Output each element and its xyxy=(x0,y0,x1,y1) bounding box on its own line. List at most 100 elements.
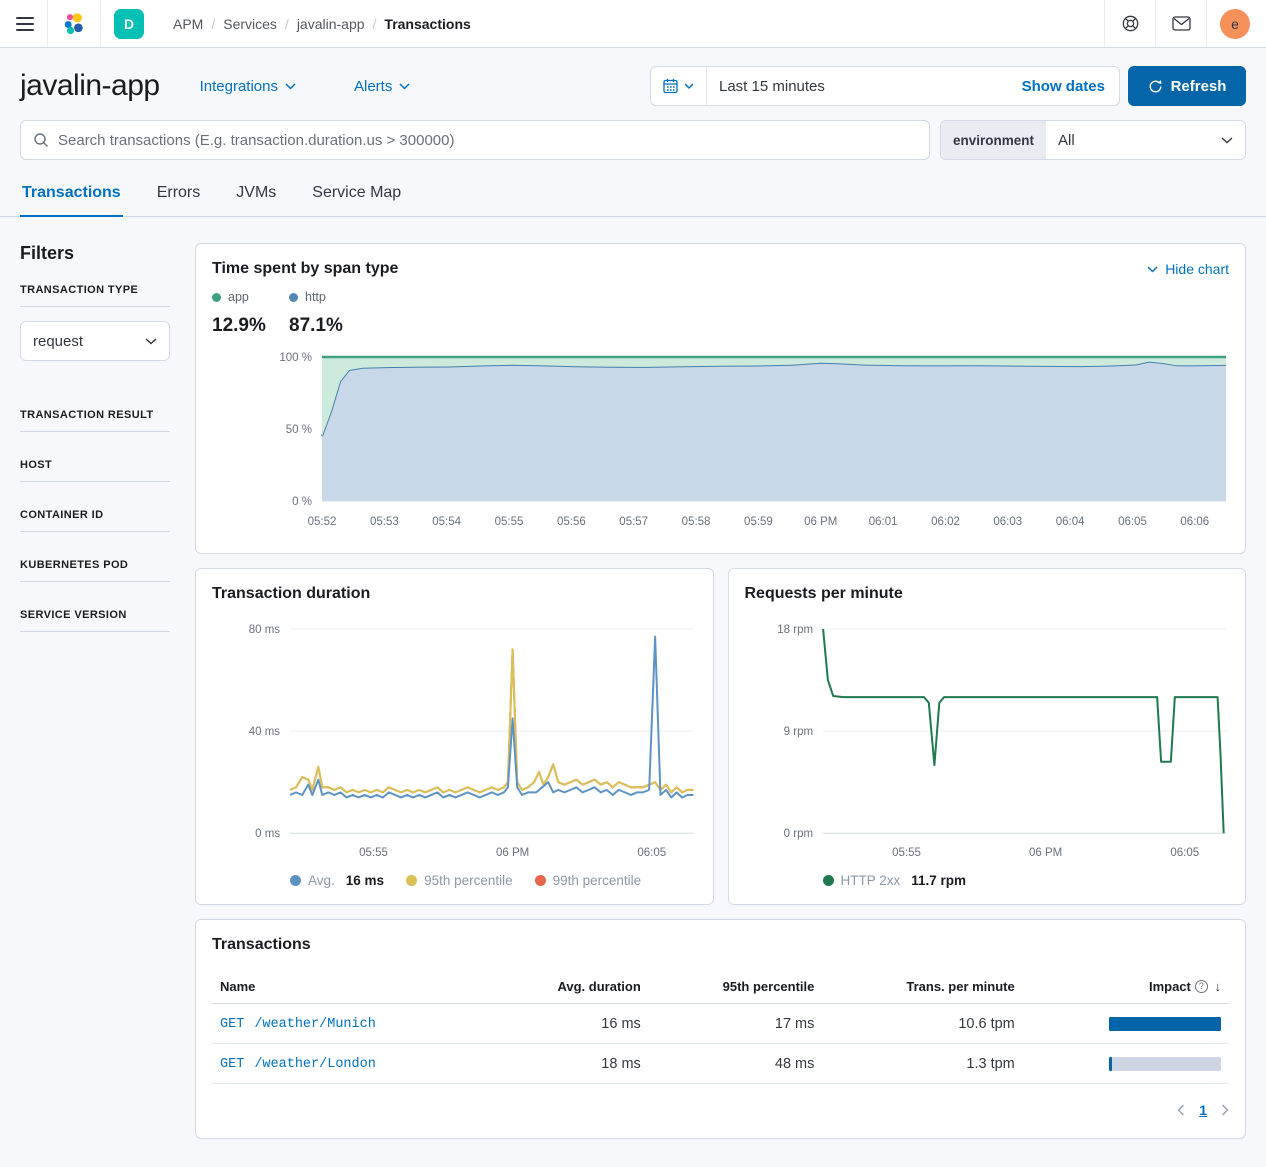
column-header-name[interactable]: Name xyxy=(212,970,489,1004)
hide-chart-link[interactable]: Hide chart xyxy=(1147,261,1229,277)
impact-bar-fill xyxy=(1109,1057,1112,1071)
refresh-button[interactable]: Refresh xyxy=(1128,66,1246,106)
requests-per-minute-chart[interactable]: 18 rpm9 rpm0 rpm05:5506 PM06:05 xyxy=(745,613,1230,865)
impact-bar-track xyxy=(1109,1017,1221,1031)
filter-section-transaction-type: TRANSACTION TYPE request xyxy=(20,284,170,361)
legend-label: app xyxy=(228,290,249,304)
svg-text:05:57: 05:57 xyxy=(619,516,648,528)
show-dates-link[interactable]: Show dates xyxy=(1022,78,1119,95)
svg-text:06:03: 06:03 xyxy=(993,516,1022,528)
help-icon[interactable] xyxy=(1118,12,1142,36)
legend-dot xyxy=(406,875,417,886)
svg-text:100 %: 100 % xyxy=(279,352,312,364)
legend-label: HTTP 2xx xyxy=(841,873,901,888)
search-input[interactable] xyxy=(58,132,917,149)
breadcrumb-separator: / xyxy=(285,16,289,32)
integrations-menu[interactable]: Integrations xyxy=(200,78,296,95)
tab-jvms[interactable]: JVMs xyxy=(234,174,278,216)
transaction-link[interactable]: GET/weather/Munich xyxy=(220,1017,376,1032)
svg-text:05:55: 05:55 xyxy=(495,516,524,528)
svg-text:06:04: 06:04 xyxy=(1056,516,1085,528)
impact-help-icon[interactable]: ? xyxy=(1195,980,1208,993)
svg-text:06:05: 06:05 xyxy=(1118,516,1147,528)
legend-label: 99th percentile xyxy=(553,873,642,888)
impact-bar-track xyxy=(1109,1057,1221,1071)
space-badge[interactable]: D xyxy=(114,9,144,39)
breadcrumb-item[interactable]: javalin-app xyxy=(297,16,365,32)
filters-heading: Filters xyxy=(20,243,170,264)
legend-item-avg-[interactable]: Avg.16 ms xyxy=(290,873,384,888)
chevron-down-icon xyxy=(684,83,694,89)
filter-section-service-version: SERVICE VERSION xyxy=(20,609,170,632)
transaction-type-select[interactable]: request xyxy=(20,321,170,361)
svg-text:0 rpm: 0 rpm xyxy=(783,828,812,840)
legend-item-http[interactable]: http xyxy=(289,290,366,304)
svg-text:06:05: 06:05 xyxy=(1170,847,1199,859)
filter-section-label[interactable]: TRANSACTION TYPE xyxy=(20,284,170,296)
span-type-chart[interactable]: 100 %50 %0 %05:5205:5305:5405:5505:5605:… xyxy=(212,345,1229,537)
elastic-logo[interactable] xyxy=(61,11,87,37)
svg-text:05:52: 05:52 xyxy=(308,516,337,528)
tab-service-map[interactable]: Service Map xyxy=(310,174,403,216)
calendar-dropdown-button[interactable] xyxy=(651,67,707,105)
tab-transactions[interactable]: Transactions xyxy=(20,174,123,216)
chevron-down-icon xyxy=(1147,266,1158,273)
span-summary-app: app12.9% xyxy=(212,290,289,337)
filter-section-label[interactable]: KUBERNETES POD xyxy=(20,559,170,571)
refresh-label: Refresh xyxy=(1171,78,1227,95)
menu-icon[interactable] xyxy=(16,17,34,31)
divider xyxy=(20,531,170,532)
transaction-link[interactable]: GET/weather/London xyxy=(220,1057,376,1072)
page-header: javalin-app Integrations Alerts Last 15 … xyxy=(0,48,1266,120)
transaction-duration-chart[interactable]: 80 ms40 ms0 ms05:5506 PM06:05 xyxy=(212,613,697,865)
environment-select[interactable]: environment All xyxy=(940,120,1246,160)
column-header-95th-percentile[interactable]: 95th percentile xyxy=(649,970,823,1004)
time-range-value[interactable]: Last 15 minutes xyxy=(707,78,1022,95)
svg-text:05:56: 05:56 xyxy=(557,516,586,528)
breadcrumb-separator: / xyxy=(373,16,377,32)
legend-dot xyxy=(290,875,301,886)
http-method: GET xyxy=(220,1017,244,1032)
column-header-trans-per-minute[interactable]: Trans. per minute xyxy=(822,970,1022,1004)
breadcrumb-item[interactable]: Services xyxy=(223,16,277,32)
chevron-down-icon xyxy=(1221,137,1233,144)
search-row: environment All xyxy=(0,120,1266,160)
svg-text:06 PM: 06 PM xyxy=(804,516,837,528)
svg-text:06:01: 06:01 xyxy=(869,516,898,528)
breadcrumb-item[interactable]: APM xyxy=(173,16,203,32)
cell-avg-duration: 18 ms xyxy=(489,1044,649,1084)
cell-name: GET/weather/London xyxy=(212,1044,489,1084)
legend-item-99th-percentile[interactable]: 99th percentile xyxy=(535,873,642,888)
filter-section-host: HOST xyxy=(20,459,170,482)
environment-label: environment xyxy=(941,121,1046,159)
filters-sidebar: Filters TRANSACTION TYPErequestTRANSACTI… xyxy=(20,243,170,659)
tab-errors[interactable]: Errors xyxy=(155,174,203,216)
user-avatar[interactable]: e xyxy=(1220,9,1250,39)
time-spent-panel: Time spent by span type Hide chart app12… xyxy=(195,243,1246,554)
filter-section-label[interactable]: TRANSACTION RESULT xyxy=(20,409,170,421)
legend-item-95th-percentile[interactable]: 95th percentile xyxy=(406,873,513,888)
page-title: javalin-app xyxy=(20,69,160,103)
previous-page-icon[interactable] xyxy=(1177,1104,1185,1116)
mail-icon[interactable] xyxy=(1169,12,1193,36)
top-navigation-bar: D APM/Services/javalin-app/Transactions xyxy=(0,0,1266,48)
cell-impact xyxy=(1023,1044,1229,1084)
alerts-menu[interactable]: Alerts xyxy=(354,78,410,95)
divider xyxy=(20,631,170,632)
svg-text:9 rpm: 9 rpm xyxy=(783,726,812,738)
column-header-avg-duration[interactable]: Avg. duration xyxy=(489,970,649,1004)
divider xyxy=(20,431,170,432)
legend-value: 16 ms xyxy=(346,873,384,888)
time-spent-title: Time spent by span type xyxy=(212,260,398,278)
legend-item-app[interactable]: app xyxy=(212,290,289,304)
column-header-impact[interactable]: Impact? ↓ xyxy=(1023,970,1229,1004)
svg-text:06 PM: 06 PM xyxy=(496,847,529,859)
legend-item-http-2xx[interactable]: HTTP 2xx11.7 rpm xyxy=(823,873,967,888)
filter-section-label[interactable]: HOST xyxy=(20,459,170,471)
cell-95th-percentile: 48 ms xyxy=(649,1044,823,1084)
page-number[interactable]: 1 xyxy=(1199,1102,1207,1118)
filter-section-label[interactable]: SERVICE VERSION xyxy=(20,609,170,621)
filter-section-label[interactable]: CONTAINER ID xyxy=(20,509,170,521)
divider xyxy=(20,481,170,482)
next-page-icon[interactable] xyxy=(1221,1104,1229,1116)
